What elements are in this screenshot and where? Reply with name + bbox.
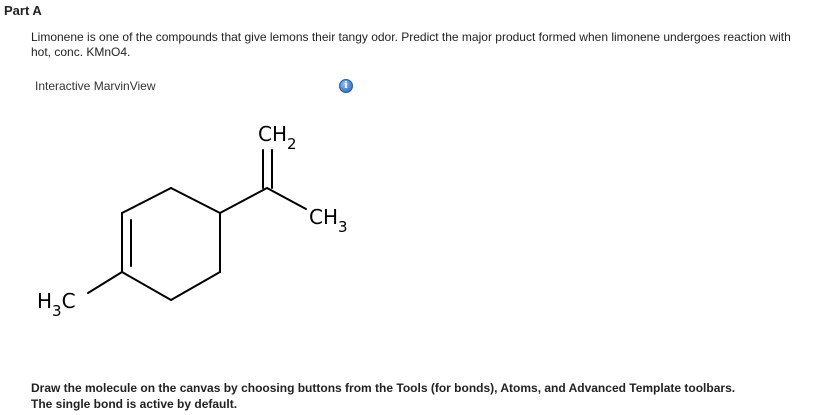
bond-ring-4 bbox=[121, 271, 172, 301]
bond-alkene-to-ch3 bbox=[266, 187, 307, 210]
ch3-label: CH3 bbox=[309, 205, 348, 236]
bond-ring-6 bbox=[121, 187, 172, 214]
ch2-label: CH2 bbox=[258, 122, 297, 153]
bond-ring-3 bbox=[170, 271, 221, 301]
instructions-line-1: Draw the molecule on the canvas by choos… bbox=[31, 381, 736, 395]
bond-ring-to-alkene bbox=[219, 187, 268, 214]
instructions: Draw the molecule on the canvas by choos… bbox=[31, 380, 821, 412]
problem-page: Part A Limonene is one of the compounds … bbox=[0, 0, 826, 415]
bond-ring-1 bbox=[170, 187, 221, 214]
instructions-line-2: The single bond is active by default. bbox=[31, 397, 238, 411]
h3c-label: H3C bbox=[37, 289, 76, 320]
bond-ring-to-methyl bbox=[87, 271, 123, 294]
molecule-view[interactable]: CH2 CH3 H3C bbox=[0, 0, 826, 415]
